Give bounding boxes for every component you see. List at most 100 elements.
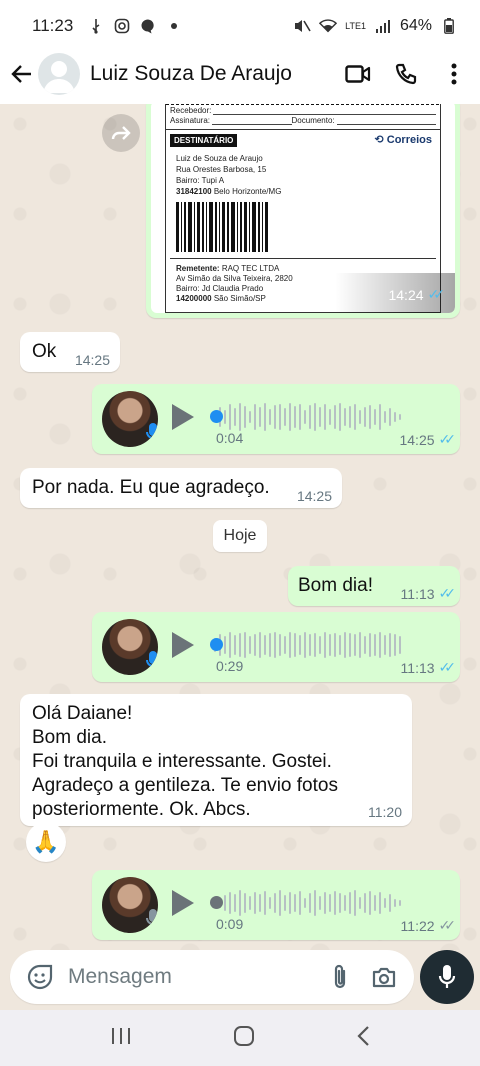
audio-duration: 0:04	[216, 430, 244, 446]
voice-record-button[interactable]	[420, 950, 474, 1004]
recipient-address: Luiz de Souza de Araujo Rua Orestes Barb…	[170, 153, 436, 197]
sticker-icon	[27, 964, 53, 990]
forward-icon	[111, 126, 131, 140]
image-meta: 14:24 ✓✓	[388, 286, 446, 303]
contact-name[interactable]: Luiz Souza De Araujo	[90, 62, 330, 86]
shipping-label-image[interactable]: Recebedor: Assinatura: Documento: DESTINA…	[151, 104, 455, 313]
read-ticks-icon: ✓✓	[438, 585, 457, 601]
audio-message[interactable]: 0:04 14:25 ✓✓	[92, 384, 460, 454]
audio-duration: 0:29	[216, 658, 244, 674]
message-time: 14:25	[74, 352, 110, 368]
message-incoming[interactable]: Por nada. Eu que agradeço. 14:25	[20, 468, 342, 508]
correios-logo-icon: ⟲	[374, 134, 384, 146]
phone-icon	[395, 63, 417, 85]
system-nav-bar	[0, 1010, 480, 1066]
play-button[interactable]	[172, 404, 194, 430]
camera-icon	[372, 967, 396, 988]
back-button[interactable]	[4, 56, 40, 92]
recebedor-label: Recebedor:	[170, 106, 212, 115]
assinatura-label: Assinatura:	[170, 116, 211, 125]
read-ticks-icon: ✓✓	[427, 286, 446, 302]
message-line: Agradeço a gentileza. Te envio fotos	[32, 775, 338, 796]
audio-duration: 0:09	[216, 916, 244, 932]
back-arrow-icon	[11, 65, 31, 83]
image-time: 14:24	[388, 286, 424, 303]
playhead[interactable]	[210, 410, 223, 423]
message-text: Ok	[32, 341, 57, 362]
wifi-icon	[319, 17, 338, 35]
correios-logo: ⟲ Correios	[374, 133, 432, 146]
message-line: Olá Daiane!	[32, 703, 133, 724]
more-notifications-dot	[165, 17, 183, 35]
video-call-button[interactable]	[338, 54, 378, 94]
correios-text: Correios	[386, 134, 432, 146]
message-time: 11:13	[400, 659, 435, 676]
sender-audio-avatar	[102, 877, 158, 933]
audio-waveform[interactable]	[214, 402, 401, 432]
camera-button[interactable]	[368, 961, 400, 993]
nav-back-icon	[357, 1025, 369, 1046]
message-outgoing[interactable]: Bom dia! 11:13 ✓✓	[288, 566, 460, 606]
play-button[interactable]	[172, 890, 194, 916]
signal-icon	[374, 17, 392, 35]
play-button[interactable]	[172, 632, 194, 658]
documento-label: Documento:	[291, 116, 335, 125]
message-time: 14:25	[296, 488, 332, 504]
chat-area[interactable]: Recebedor: Assinatura: Documento: DESTINA…	[0, 104, 480, 950]
mic-icon	[146, 650, 158, 675]
status-time: 11:23	[32, 16, 74, 35]
battery-percent: 64%	[399, 17, 432, 34]
instagram-icon	[113, 17, 131, 35]
menu-button[interactable]	[434, 54, 474, 94]
date-separator: Hoje	[213, 520, 267, 552]
read-ticks-icon: ✓✓	[438, 659, 457, 675]
recipient-street: Rua Orestes Barbosa, 15	[176, 165, 267, 174]
message-incoming[interactable]: Ok 14:25	[20, 332, 120, 372]
recent-apps-button[interactable]	[110, 1026, 132, 1051]
voice-call-button[interactable]	[386, 54, 426, 94]
message-input[interactable]: Mensagem	[68, 965, 312, 989]
message-time: 14:25	[399, 431, 435, 448]
message-text: Por nada. Eu que agradeço.	[32, 477, 270, 498]
home-button[interactable]	[233, 1025, 255, 1052]
recents-icon	[112, 1027, 131, 1044]
message-time: 11:22	[400, 917, 435, 934]
read-ticks-icon: ✓✓	[438, 431, 457, 447]
audio-waveform[interactable]	[214, 888, 401, 918]
network-label: LTE1	[345, 20, 366, 31]
mic-icon	[146, 422, 158, 447]
message-line: Foi tranquila e interessante. Gostei.	[32, 751, 332, 772]
recipient-bairro: Bairro: Tupi A	[176, 176, 225, 185]
sender-name: RAQ TEC LTDA	[221, 264, 280, 273]
sender-audio-avatar	[102, 619, 158, 675]
audio-message[interactable]: 0:09 11:22 ✓✓	[92, 870, 460, 940]
audio-waveform[interactable]	[214, 630, 401, 660]
message-line: Bom dia.	[32, 727, 107, 748]
attach-button[interactable]	[324, 961, 356, 993]
chat-header: Luiz Souza De Araujo	[0, 44, 480, 104]
contact-avatar[interactable]	[38, 53, 80, 95]
image-message[interactable]: Recebedor: Assinatura: Documento: DESTINA…	[146, 104, 460, 318]
mute-icon	[293, 17, 311, 35]
recipient-cep: 31842100	[176, 187, 212, 196]
sender-audio-avatar	[102, 391, 158, 447]
remetente-label: Remetente:	[176, 264, 220, 273]
message-incoming[interactable]: Olá Daiane! Bom dia. Foi tranquila e int…	[20, 694, 412, 826]
recipient-city: Belo Horizonte/MG	[213, 187, 282, 196]
audio-message[interactable]: 0:29 11:13 ✓✓	[92, 612, 460, 682]
delivered-ticks-icon: ✓✓	[438, 917, 457, 933]
playhead[interactable]	[210, 638, 223, 651]
paperclip-icon	[334, 964, 346, 989]
reaction-emoji[interactable]: 🙏	[26, 822, 66, 862]
playhead[interactable]	[210, 896, 223, 909]
mic-icon	[146, 908, 158, 933]
forward-button[interactable]	[102, 114, 140, 152]
emoji-sticker-button[interactable]	[24, 961, 56, 993]
nav-back-button[interactable]	[356, 1025, 370, 1052]
microphone-icon	[438, 965, 456, 988]
message-time: 11:20	[368, 804, 402, 820]
message-line: posteriormente. Ok. Abcs.	[32, 799, 251, 820]
sender-city: São Simão/SP	[213, 294, 266, 303]
sender-cep: 14200000	[176, 294, 212, 303]
message-body: Olá Daiane! Bom dia. Foi tranquila e int…	[32, 702, 338, 822]
